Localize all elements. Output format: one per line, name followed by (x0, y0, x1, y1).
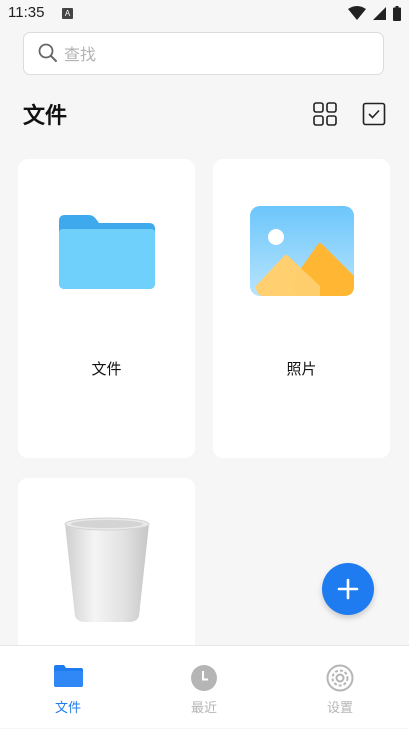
folder-icon (54, 665, 83, 687)
multi-select-icon[interactable] (361, 101, 387, 127)
photos-card-label: 照片 (286, 360, 317, 378)
nav-item-settings-label: 设置 (326, 701, 353, 716)
battery-icon (393, 6, 401, 21)
wifi-icon (347, 6, 366, 20)
files-card[interactable]: 文件 (18, 159, 195, 458)
trash-icon (64, 517, 150, 622)
bottom-navigation: 文件 最近 设置 (0, 645, 409, 728)
status-icons (346, 6, 401, 22)
trash-card[interactable] (18, 478, 195, 658)
status-time: 11:35 (8, 4, 45, 21)
folder-icon (59, 215, 155, 289)
gear-icon (326, 664, 354, 692)
plus-icon (337, 578, 359, 600)
nav-item-settings[interactable]: 设置 (272, 646, 408, 729)
grid-view-icon[interactable] (312, 101, 338, 127)
page-title: 文件 (23, 104, 68, 129)
add-button[interactable] (322, 563, 374, 615)
search-icon (38, 43, 57, 62)
search-input[interactable] (62, 39, 366, 69)
photo-icon (250, 206, 354, 296)
files-card-label: 文件 (91, 360, 122, 378)
clock-icon (191, 665, 217, 691)
photos-card[interactable]: 照片 (213, 159, 390, 458)
status-bar: 11:35 A (0, 0, 409, 28)
nav-item-files-label: 文件 (54, 701, 81, 716)
search-box[interactable] (23, 32, 384, 75)
notification-icon: A (62, 8, 73, 19)
nav-item-files[interactable]: 文件 (0, 646, 136, 729)
nav-item-recent[interactable]: 最近 (136, 646, 272, 729)
nav-item-recent-label: 最近 (190, 701, 217, 716)
signal-icon (372, 7, 386, 20)
